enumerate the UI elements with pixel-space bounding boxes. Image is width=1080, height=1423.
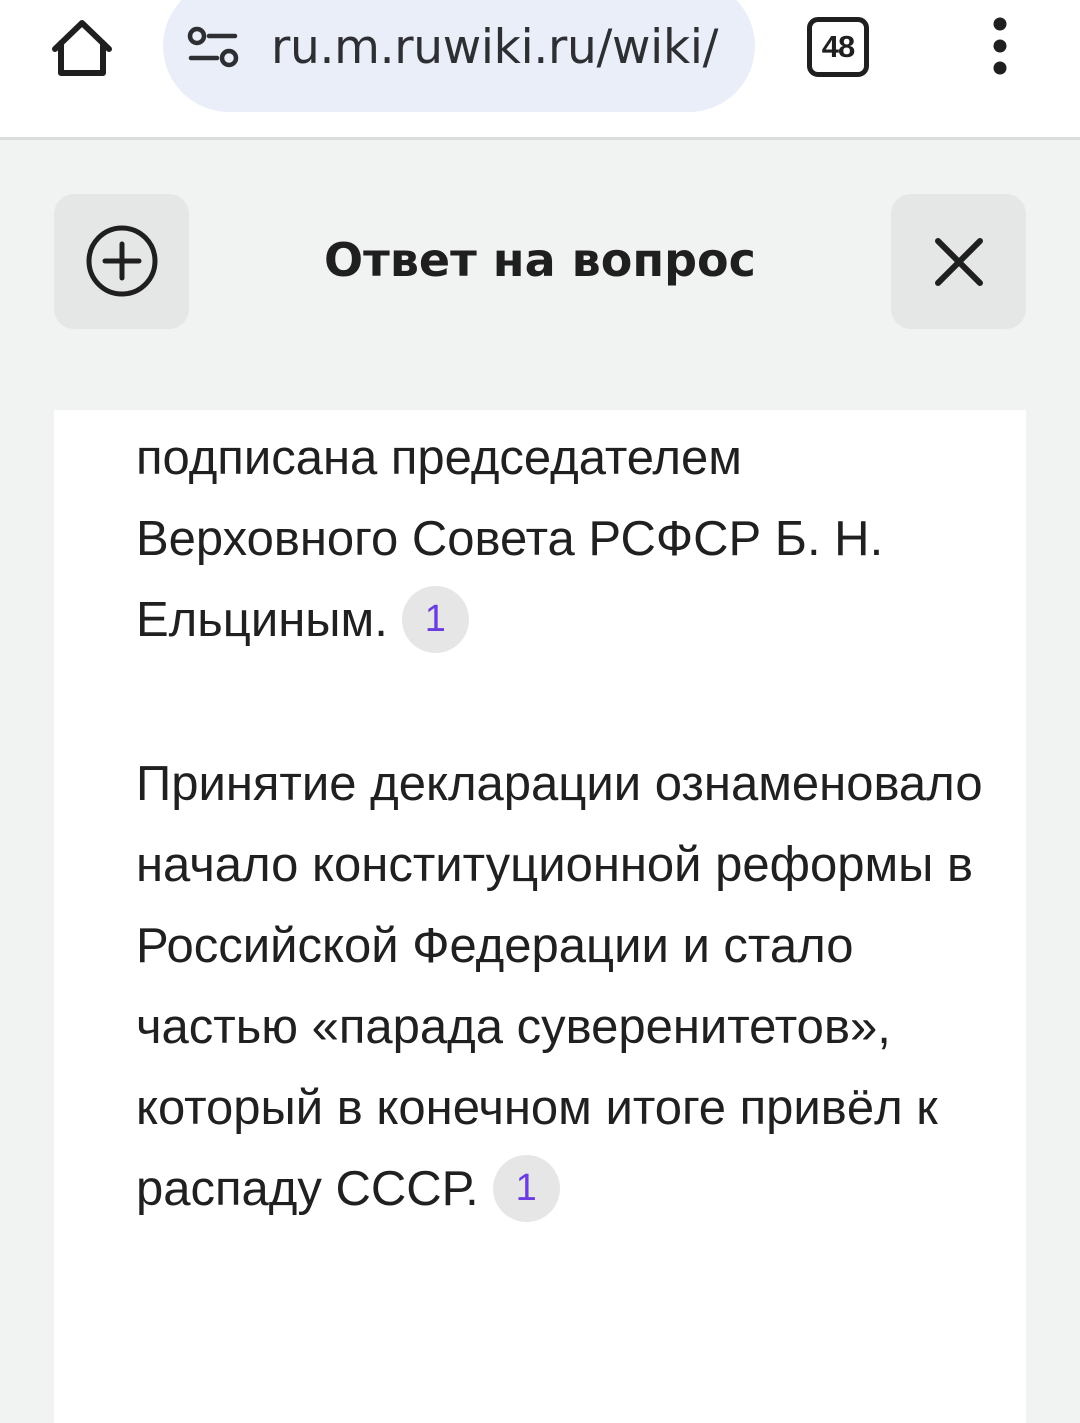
more-vertical-icon[interactable] [980,16,1020,76]
home-icon[interactable] [44,12,120,88]
plus-circle-icon [86,225,158,297]
page-title: Ответ на вопрос [324,233,756,287]
close-button[interactable] [891,194,1026,329]
tune-icon[interactable] [185,22,245,74]
citation-badge[interactable]: 1 [401,585,469,653]
tab-switcher-button[interactable]: 48 [807,17,869,77]
paragraph-text: Принятие декларации ознаменовало начало … [136,757,983,1216]
answer-card: подписана председателем Верховного Совет… [54,410,1026,1423]
browser-toolbar: ru.m.ruwiki.ru/wiki/ 48 [0,0,1080,140]
address-bar[interactable]: ru.m.ruwiki.ru/wiki/ [163,0,755,112]
close-icon [935,238,983,286]
answer-paragraph: подписана председателем Верховного Совет… [136,418,996,661]
citation-badge[interactable]: 1 [492,1154,560,1222]
paragraph-text: подписана председателем Верховного Совет… [136,431,884,647]
url-text[interactable]: ru.m.ruwiki.ru/wiki/ [271,18,741,78]
add-button[interactable] [54,194,189,329]
answer-paragraph: Принятие декларации ознаменовало начало … [136,744,996,1230]
